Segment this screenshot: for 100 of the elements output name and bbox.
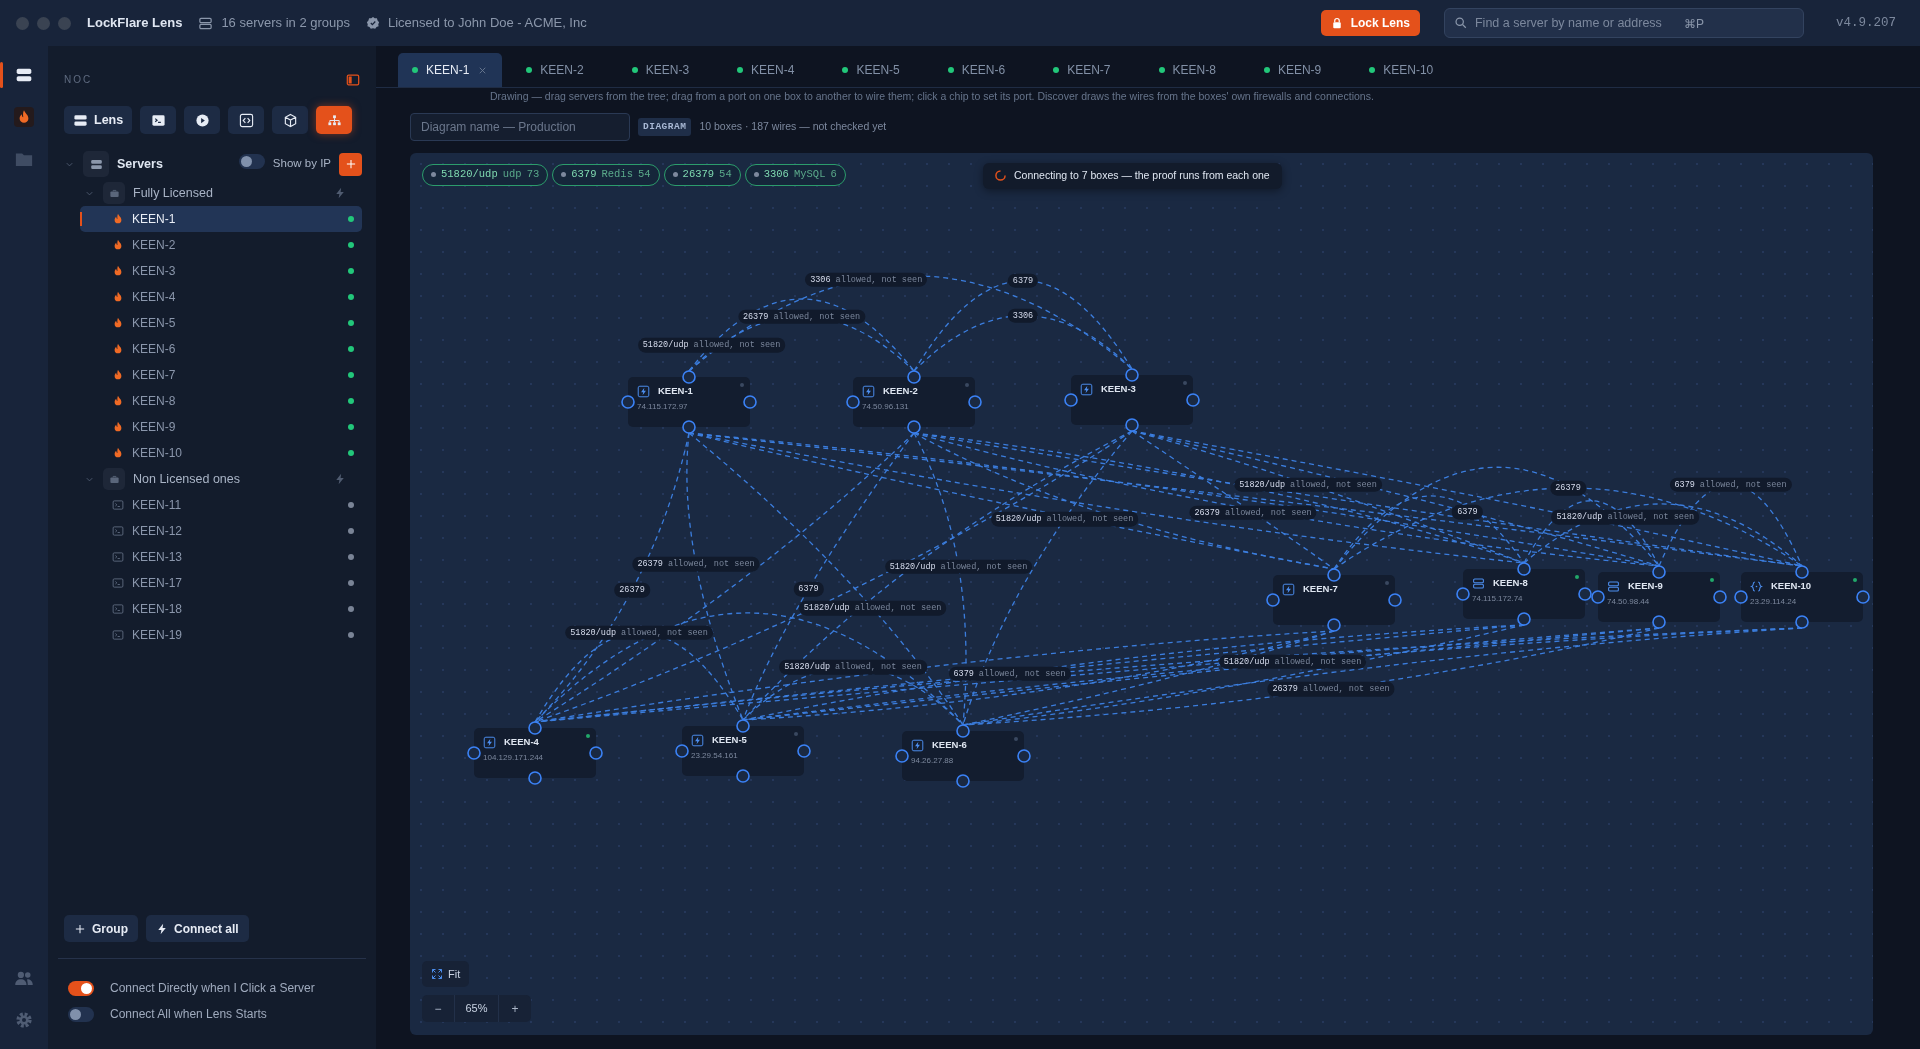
- wire-label[interactable]: 51820/udp allowed, not seen: [1218, 654, 1367, 669]
- zoom-in-button[interactable]: +: [499, 995, 531, 1022]
- port-handle[interactable]: [1795, 615, 1809, 629]
- server-item[interactable]: KEEN-6: [80, 336, 362, 362]
- tab[interactable]: KEEN-7: [1039, 53, 1125, 87]
- wire-label[interactable]: 6379: [1452, 504, 1483, 520]
- port-handle[interactable]: [736, 769, 750, 783]
- wire-label[interactable]: 6379 allowed, not seen: [1669, 477, 1792, 493]
- server-box[interactable]: KEEN-1 74.115.172.97: [628, 377, 750, 427]
- port-handle[interactable]: [1795, 565, 1809, 579]
- wire-label[interactable]: 51820/udp allowed, not seen: [884, 559, 1033, 574]
- wire-label[interactable]: 51820/udp allowed, not seen: [637, 337, 786, 353]
- server-item[interactable]: KEEN-8: [80, 388, 362, 414]
- wire-label[interactable]: 51820/udp allowed, not seen: [779, 659, 927, 675]
- server-box[interactable]: KEEN-9 74.50.98.44: [1598, 572, 1720, 622]
- port-handle[interactable]: [1456, 587, 1470, 601]
- port-handle[interactable]: [621, 395, 635, 409]
- zoom-out-button[interactable]: −: [422, 995, 454, 1022]
- port-handle[interactable]: [1017, 749, 1031, 763]
- port-handle[interactable]: [1713, 590, 1727, 604]
- port-chip[interactable]: 51820/udp udp 73: [422, 164, 549, 186]
- server-item[interactable]: KEEN-19: [80, 622, 362, 648]
- action-button[interactable]: Group: [64, 915, 138, 942]
- tab[interactable]: KEEN-8: [1144, 53, 1230, 87]
- wire-label[interactable]: 6379 allowed, not seen: [948, 666, 1071, 681]
- port-handle[interactable]: [1578, 587, 1592, 601]
- port-handle[interactable]: [675, 744, 689, 758]
- port-handle[interactable]: [968, 395, 982, 409]
- port-handle[interactable]: [736, 719, 750, 733]
- lock-button[interactable]: Lock Lens: [1320, 10, 1420, 36]
- port-handle[interactable]: [1125, 418, 1139, 432]
- port-handle[interactable]: [682, 370, 696, 384]
- toolbar-button[interactable]: [316, 106, 353, 134]
- wire-label[interactable]: 6379: [1007, 273, 1039, 289]
- wire-label[interactable]: 51820/udp allowed, not seen: [1234, 477, 1382, 492]
- wire-label[interactable]: 26379 allowed, not seen: [1189, 505, 1317, 520]
- server-item[interactable]: KEEN-3: [80, 258, 362, 284]
- toolbar-button[interactable]: [272, 106, 309, 134]
- port-chip[interactable]: 6379 Redis 54: [552, 164, 660, 186]
- add-button[interactable]: [339, 152, 362, 176]
- server-item[interactable]: KEEN-9: [80, 414, 362, 440]
- wire-label[interactable]: 26379 allowed, not seen: [737, 309, 866, 324]
- tab[interactable]: KEEN-9: [1249, 53, 1336, 87]
- port-handle[interactable]: [1327, 618, 1341, 632]
- port-handle[interactable]: [1125, 368, 1139, 382]
- server-item[interactable]: KEEN-11: [80, 492, 362, 518]
- server-item[interactable]: KEEN-10: [80, 440, 362, 466]
- server-item[interactable]: KEEN-5: [80, 310, 362, 336]
- tab[interactable]: KEEN-6: [933, 53, 1020, 87]
- port-chip[interactable]: 3306 MySQL 6: [744, 164, 846, 186]
- server-box[interactable]: KEEN-2 74.50.96.131: [853, 377, 975, 427]
- panel-toggle[interactable]: [346, 72, 360, 87]
- port-chip[interactable]: 26379 54: [663, 164, 741, 186]
- toolbar-button[interactable]: [228, 106, 265, 134]
- tab[interactable]: KEEN-5: [828, 53, 914, 87]
- wire-label[interactable]: 51820/udp allowed, not seen: [565, 625, 713, 641]
- tab[interactable]: KEEN-3: [617, 53, 704, 87]
- toolbar-button[interactable]: Lens: [64, 106, 133, 134]
- wire-label[interactable]: 51820/udp allowed, not seen: [990, 511, 1139, 527]
- port-handle[interactable]: [528, 771, 542, 785]
- port-handle[interactable]: [956, 774, 970, 788]
- server-box[interactable]: KEEN-7: [1273, 575, 1395, 625]
- port-handle[interactable]: [1517, 612, 1531, 626]
- port-handle[interactable]: [907, 370, 921, 384]
- server-box[interactable]: KEEN-10 23.29.114.24: [1741, 572, 1863, 622]
- port-handle[interactable]: [907, 420, 921, 434]
- port-handle[interactable]: [895, 749, 909, 763]
- port-handle[interactable]: [1388, 593, 1402, 607]
- server-box[interactable]: KEEN-6 94.26.27.88: [902, 731, 1024, 781]
- wire-label[interactable]: 6379: [793, 581, 824, 597]
- tab[interactable]: KEEN-4: [723, 53, 809, 87]
- tab[interactable]: KEEN-10: [1355, 53, 1448, 87]
- port-handle[interactable]: [682, 420, 696, 434]
- port-handle[interactable]: [1186, 393, 1200, 407]
- wire-label[interactable]: 51820/udp allowed, not seen: [1551, 510, 1700, 525]
- server-box[interactable]: KEEN-4 104.129.171.244: [474, 728, 596, 778]
- toggle-switch[interactable]: [68, 1006, 94, 1022]
- fit-button[interactable]: Fit: [422, 961, 470, 987]
- port-handle[interactable]: [528, 721, 542, 735]
- tab[interactable]: KEEN-2: [512, 53, 598, 87]
- server-item[interactable]: KEEN-17: [80, 570, 362, 596]
- port-handle[interactable]: [1517, 562, 1531, 576]
- wire-label[interactable]: 26379 allowed, not seen: [632, 556, 760, 572]
- wire-label[interactable]: 3306 allowed, not seen: [805, 272, 928, 288]
- port-handle[interactable]: [797, 744, 811, 758]
- port-handle[interactable]: [1327, 568, 1341, 582]
- port-handle[interactable]: [846, 395, 860, 409]
- port-handle[interactable]: [1266, 593, 1280, 607]
- server-item[interactable]: KEEN-13: [80, 544, 362, 570]
- wire-label[interactable]: 26379 allowed, not seen: [1267, 681, 1395, 697]
- wire-label[interactable]: 26379: [614, 582, 650, 598]
- wire-label[interactable]: 3306: [1007, 308, 1039, 324]
- port-handle[interactable]: [956, 724, 970, 738]
- server-box[interactable]: KEEN-3: [1071, 375, 1193, 425]
- port-handle[interactable]: [1064, 393, 1078, 407]
- show-by-ip-switch[interactable]: [238, 153, 265, 169]
- action-button[interactable]: Connect all: [146, 915, 249, 942]
- wire-label[interactable]: 51820/udp allowed, not seen: [798, 600, 947, 616]
- port-handle[interactable]: [1652, 615, 1666, 629]
- tab[interactable]: KEEN-1: [398, 53, 503, 87]
